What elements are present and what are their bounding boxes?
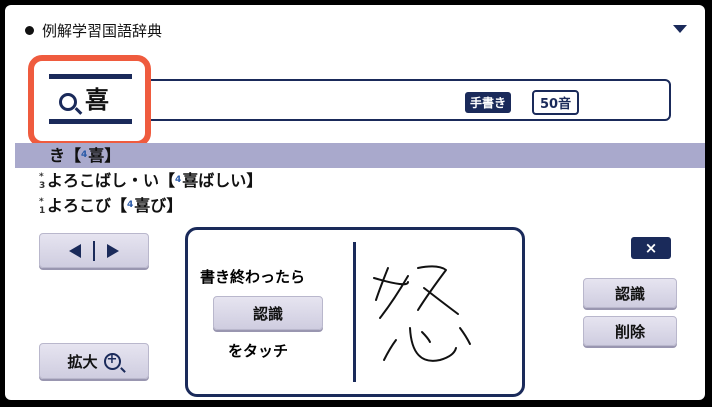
result-kanji: 喜ばしい <box>182 171 247 190</box>
result-reading: き <box>49 146 66 165</box>
result-list: き【4喜】 * 3 よろこばし・い【4喜ばしい】 * 1 よろこび【4喜び】 <box>15 143 705 218</box>
prev-page-icon[interactable] <box>69 243 81 258</box>
close-button[interactable]: × <box>631 237 671 259</box>
header: 例解学習国語辞典 <box>25 19 162 41</box>
handwriting-canvas[interactable] <box>368 248 508 378</box>
grade-number: 4 <box>175 175 182 185</box>
grade-number: 4 <box>81 150 88 160</box>
result-reading: よろこばし・い <box>47 171 160 190</box>
nav-divider <box>93 240 95 261</box>
bullet-icon <box>25 25 34 35</box>
handwriting-mode-button[interactable]: 手書き <box>465 92 512 113</box>
result-item-yorokobashii[interactable]: * 3 よろこばし・い【4喜ばしい】 <box>15 168 705 193</box>
result-kanji: 喜 <box>88 146 105 165</box>
bracket-close: 】 <box>246 171 263 190</box>
result-item-ki[interactable]: き【4喜】 <box>15 143 705 168</box>
bracket-close: 】 <box>104 146 121 165</box>
bracket-open: 【 <box>159 171 176 190</box>
callout-bar-top <box>49 74 132 79</box>
dictionary-title: 例解学習国語辞典 <box>42 21 163 40</box>
recognize-side-button[interactable]: 認識 <box>583 278 677 308</box>
result-kanji: 喜び <box>134 196 167 215</box>
result-reading: よろこび <box>47 196 112 215</box>
screen: 例解学習国語辞典 手書き 50音 喜 き【4喜】 * 3 よろこばし・い【4喜ばしい… <box>5 5 705 400</box>
kana-input-button[interactable]: 50音 <box>532 90 580 115</box>
next-page-icon[interactable] <box>107 243 119 258</box>
result-item-yorokobi[interactable]: * 1 よろこび【4喜び】 <box>15 193 705 218</box>
bracket-open: 【 <box>111 196 128 215</box>
instruction-text-2: をタッチ <box>228 342 289 360</box>
zoom-in-icon <box>103 352 121 370</box>
dropdown-arrow-icon[interactable] <box>673 25 687 33</box>
delete-button[interactable]: 削除 <box>583 316 677 346</box>
multi-meaning-mark: * 3 <box>39 171 46 191</box>
bracket-close: 】 <box>166 196 183 215</box>
search-query: 喜 <box>85 86 109 114</box>
grade-number: 4 <box>127 200 134 210</box>
search-icon <box>59 93 77 111</box>
handwriting-panel: 書き終わったら 認識 をタッチ <box>185 227 525 397</box>
page-nav-buttons <box>39 233 149 268</box>
zoom-label: 拡大 <box>67 352 98 371</box>
zoom-button[interactable]: 拡大 <box>39 343 149 379</box>
multi-meaning-mark: * 1 <box>39 196 46 216</box>
panel-divider <box>353 242 356 382</box>
bracket-open: 【 <box>65 146 82 165</box>
instruction-text: 書き終わったら <box>200 268 306 286</box>
callout-bar-bottom <box>49 119 132 124</box>
recognize-button[interactable]: 認識 <box>213 296 323 330</box>
